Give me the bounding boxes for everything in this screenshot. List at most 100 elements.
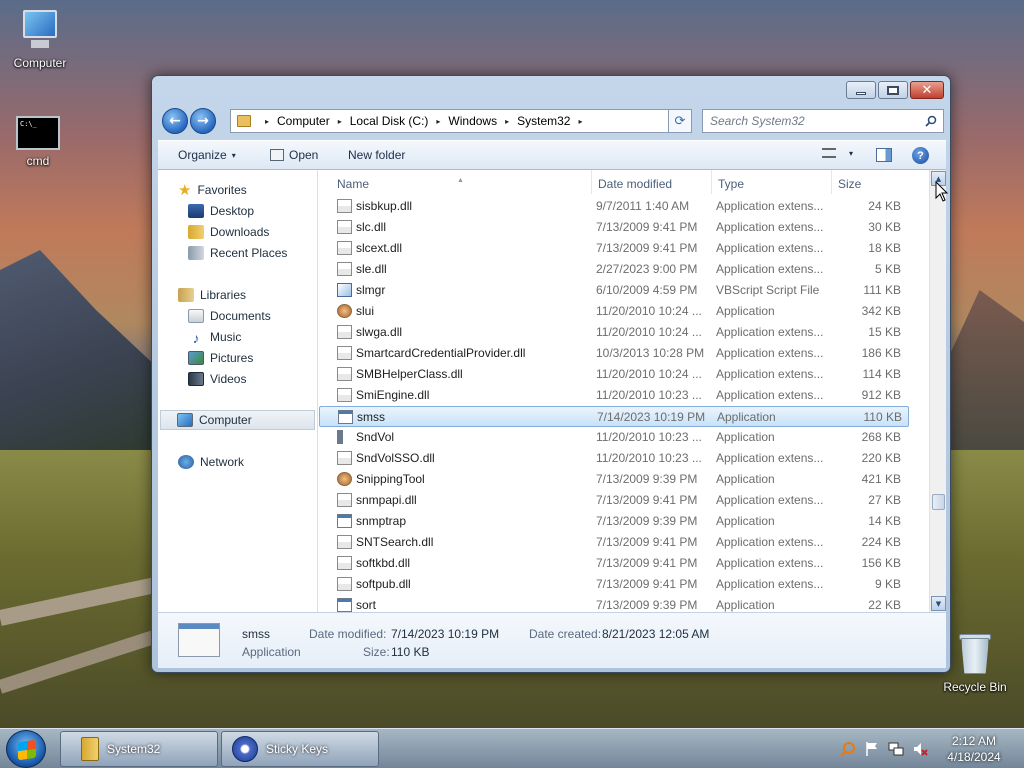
- file-date-modified: 6/10/2009 4:59 PM: [596, 283, 698, 297]
- window-controls: ✕: [846, 81, 944, 99]
- dll-file-icon: [337, 451, 352, 465]
- magnifier-tray-icon[interactable]: [840, 741, 856, 757]
- table-row[interactable]: sle.dll 2/27/2023 9:00 PM Application exte…: [319, 259, 909, 280]
- forward-button[interactable]: →: [190, 108, 216, 134]
- table-row[interactable]: SmartcardCredentialProvider.dll 10/3/2013…: [319, 343, 909, 364]
- nav-pictures[interactable]: Pictures: [188, 348, 253, 368]
- nav-label: Computer: [199, 413, 252, 427]
- desktop-icon-label: Computer: [13, 56, 67, 70]
- search-icon[interactable]: [925, 115, 937, 127]
- action-center-flag-icon[interactable]: [864, 741, 880, 757]
- file-size: 111 KB: [863, 283, 901, 297]
- search-input[interactable]: Search System32: [702, 109, 944, 133]
- breadcrumb-windows[interactable]: Windows: [448, 114, 497, 128]
- network-icon: [178, 455, 194, 469]
- file-name: sort: [356, 598, 377, 612]
- chevron-right-icon[interactable]: ▸: [265, 117, 269, 126]
- table-row[interactable]: SMBHelperClass.dll 11/20/2010 10:24 ... Ap…: [319, 364, 909, 385]
- table-row[interactable]: sisbkup.dll 9/7/2011 1:40 AM Application e…: [319, 196, 909, 217]
- change-view-button[interactable]: ▾: [822, 148, 853, 158]
- chevron-right-icon[interactable]: ▸: [436, 117, 440, 126]
- breadcrumb-local-disk[interactable]: Local Disk (C:): [350, 114, 429, 128]
- table-row[interactable]: slc.dll 7/13/2009 9:41 PM Application exte…: [319, 217, 909, 238]
- start-button[interactable]: [6, 730, 46, 768]
- nav-recent-places[interactable]: Recent Places: [188, 243, 287, 263]
- column-divider[interactable]: [591, 170, 592, 194]
- view-details-icon: [822, 148, 836, 158]
- table-row[interactable]: slwga.dll 11/20/2010 10:24 ... Application…: [319, 322, 909, 343]
- address-bar[interactable]: ▸ Computer ▸ Local Disk (C:) ▸ Windows ▸…: [230, 109, 690, 133]
- preview-pane-button[interactable]: [876, 148, 892, 162]
- back-button[interactable]: ←: [162, 108, 188, 134]
- chevron-right-icon[interactable]: ▸: [505, 117, 509, 126]
- file-name: snmpapi.dll: [356, 493, 417, 507]
- nav-libraries[interactable]: Libraries: [178, 285, 246, 305]
- file-name: SnippingTool: [356, 472, 425, 486]
- nav-label: Videos: [210, 372, 247, 386]
- help-button[interactable]: ?: [912, 147, 929, 164]
- table-row[interactable]: SNTSearch.dll 7/13/2009 9:41 PM Applicatio…: [319, 532, 909, 553]
- table-row[interactable]: SnippingTool 7/13/2009 9:39 PM Application…: [319, 469, 909, 490]
- column-divider[interactable]: [711, 170, 712, 194]
- table-row[interactable]: slcext.dll 7/13/2009 9:41 PM Application e…: [319, 238, 909, 259]
- minimize-button[interactable]: [846, 81, 876, 99]
- documents-icon: [188, 309, 204, 323]
- application-icon: [337, 598, 352, 612]
- downloads-folder-icon: [188, 225, 204, 239]
- file-date-modified: 11/20/2010 10:24 ...: [596, 325, 702, 339]
- table-row[interactable]: SndVol 11/20/2010 10:23 ... Application 268…: [319, 427, 909, 448]
- column-header-size[interactable]: Size: [838, 177, 861, 191]
- dll-file-icon: [337, 241, 352, 255]
- column-divider[interactable]: [831, 170, 832, 194]
- windows-logo-icon: [18, 739, 36, 761]
- taskbar-button-explorer[interactable]: System32: [60, 731, 218, 767]
- vertical-scrollbar[interactable]: ▲ ▼: [929, 170, 946, 612]
- scrollbar-thumb[interactable]: [932, 494, 945, 510]
- file-date-modified: 7/13/2009 9:41 PM: [596, 535, 698, 549]
- close-button[interactable]: ✕: [910, 81, 944, 99]
- breadcrumb-system32[interactable]: System32: [517, 114, 570, 128]
- table-row-selected[interactable]: smss 7/14/2023 10:19 PM Application 110 KB: [319, 406, 909, 427]
- nav-desktop[interactable]: Desktop: [188, 201, 254, 221]
- file-date-modified: 11/20/2010 10:24 ...: [596, 304, 702, 318]
- nav-favorites[interactable]: ★ Favorites: [178, 180, 247, 200]
- table-row[interactable]: slui 11/20/2010 10:24 ... Application 342 K…: [319, 301, 909, 322]
- scroll-down-button[interactable]: ▼: [931, 596, 946, 611]
- column-header-type[interactable]: Type: [718, 177, 744, 191]
- column-header-name[interactable]: Name: [337, 177, 369, 191]
- breadcrumb-computer[interactable]: Computer: [277, 114, 330, 128]
- table-row[interactable]: softpub.dll 7/13/2009 9:41 PM Application …: [319, 574, 909, 595]
- column-header-date-modified[interactable]: Date modified: [598, 177, 672, 191]
- dll-file-icon: [337, 388, 352, 402]
- organize-button[interactable]: Organize ▾: [178, 148, 236, 162]
- desktop-icon-computer[interactable]: Computer: [0, 8, 80, 70]
- nav-music[interactable]: ♪ Music: [188, 327, 242, 347]
- table-row[interactable]: snmptrap 7/13/2009 9:39 PM Application 14 K…: [319, 511, 909, 532]
- open-button[interactable]: Open: [270, 148, 318, 162]
- system-clock[interactable]: 2:12 AM 4/18/2024: [936, 733, 1012, 765]
- table-row[interactable]: slmgr 6/10/2009 4:59 PM VBScript Script Fi…: [319, 280, 909, 301]
- nav-documents[interactable]: Documents: [188, 306, 271, 326]
- new-folder-button[interactable]: New folder: [348, 148, 405, 162]
- chevron-right-icon[interactable]: ▸: [338, 117, 342, 126]
- network-tray-icon[interactable]: [888, 741, 904, 757]
- nav-network[interactable]: Network: [178, 452, 244, 472]
- application-icon: [337, 304, 352, 318]
- table-row[interactable]: softkbd.dll 7/13/2009 9:41 PM Application …: [319, 553, 909, 574]
- desktop-icon-cmd[interactable]: C:\_ cmd: [0, 116, 78, 168]
- refresh-button[interactable]: ⟳: [668, 109, 692, 133]
- nav-label: Documents: [210, 309, 271, 323]
- chevron-right-icon[interactable]: ▸: [578, 117, 582, 126]
- table-row[interactable]: SndVolSSO.dll 11/20/2010 10:23 ... Applica…: [319, 448, 909, 469]
- nav-downloads[interactable]: Downloads: [188, 222, 269, 242]
- nav-videos[interactable]: Videos: [188, 369, 246, 389]
- table-row[interactable]: sort 7/13/2009 9:39 PM Application 22 KB: [319, 595, 909, 612]
- nav-computer[interactable]: Computer: [160, 410, 315, 430]
- table-row[interactable]: SmiEngine.dll 11/20/2010 10:23 ... Applica…: [319, 385, 909, 406]
- arrow-down-icon: ▼: [935, 599, 942, 608]
- volume-muted-icon[interactable]: [912, 741, 928, 757]
- file-size: 156 KB: [861, 556, 901, 570]
- table-row[interactable]: snmpapi.dll 7/13/2009 9:41 PM Application …: [319, 490, 909, 511]
- maximize-button[interactable]: [878, 81, 908, 99]
- taskbar-button-sticky-keys[interactable]: Sticky Keys: [221, 731, 379, 767]
